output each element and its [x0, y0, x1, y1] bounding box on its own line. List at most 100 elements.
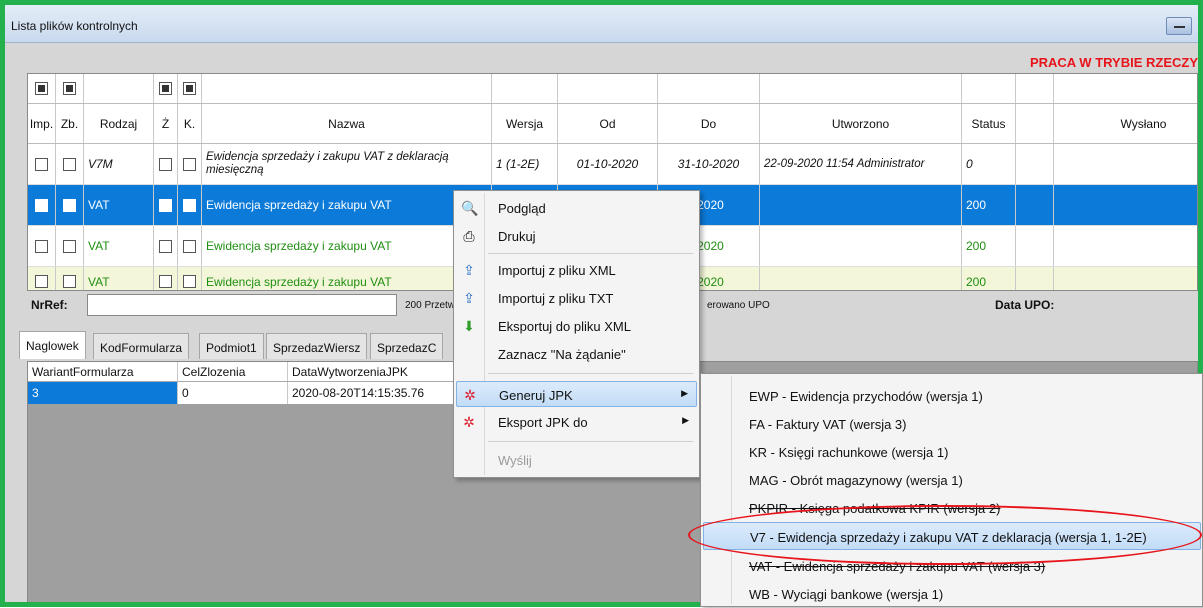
menu-item-podglad[interactable]: 🔍 Podgląd	[456, 195, 697, 221]
col-utworzono[interactable]: Utworzono	[760, 104, 962, 143]
filter-status[interactable]	[962, 74, 1016, 103]
col-wariantformularza[interactable]: WariantFormularza	[28, 362, 178, 381]
checkbox-icon[interactable]	[183, 198, 196, 212]
k-cell[interactable]	[178, 185, 202, 225]
submenu-item-wb[interactable]: WB - Wyciągi bankowe (wersja 1)	[703, 580, 1201, 608]
checkbox-icon[interactable]	[159, 198, 172, 212]
checkbox-icon[interactable]	[159, 157, 172, 171]
imp-cell[interactable]	[28, 267, 56, 290]
tab-sprzedazwiersz[interactable]: SprzedazWiersz	[266, 333, 368, 359]
filter-rodzaj[interactable]	[84, 74, 154, 103]
checkbox-icon[interactable]	[183, 157, 196, 171]
tab-sprzedazc[interactable]: SprzedazC	[370, 333, 444, 359]
imp-cell[interactable]	[28, 185, 56, 225]
cel-cell[interactable]: 0	[178, 382, 288, 404]
checkbox-icon[interactable]	[63, 157, 76, 171]
zb-cell[interactable]	[56, 185, 84, 225]
checkbox-icon[interactable]	[63, 275, 76, 288]
col-od[interactable]: Od	[558, 104, 658, 143]
filter-utworzono[interactable]	[760, 74, 962, 103]
col-celzlozenia[interactable]: CelZlozenia	[178, 362, 288, 381]
submenu-item-vat[interactable]: VAT - Ewidencja sprzedaży i zakupu VAT (…	[703, 552, 1201, 580]
detail-grid-row[interactable]: 3 0 2020-08-20T14:15:35.76	[28, 382, 488, 404]
checkbox-icon[interactable]	[159, 239, 172, 253]
col-imp[interactable]: Imp.	[28, 104, 56, 143]
checkbox-icon[interactable]	[183, 275, 196, 288]
filter-imp[interactable]	[28, 74, 56, 103]
imp-cell[interactable]	[28, 144, 56, 184]
zb-cell[interactable]	[56, 267, 84, 290]
submenu-item-pkpir[interactable]: PKPIR - Księga podatkowa KPIR (wersja 2)	[703, 494, 1201, 522]
tab-podmiot1[interactable]: Podmiot1	[199, 333, 264, 359]
checkbox-icon[interactable]	[35, 275, 48, 288]
tab-naglowek[interactable]: Naglowek	[19, 331, 86, 359]
submenu-item-kr[interactable]: KR - Księgi rachunkowe (wersja 1)	[703, 438, 1201, 466]
submenu-item-label: KR - Księgi rachunkowe (wersja 1)	[749, 445, 949, 460]
menu-item-drukuj[interactable]: ⎙ Drukuj	[456, 223, 697, 249]
submenu-item-fa[interactable]: FA - Faktury VAT (wersja 3)	[703, 410, 1201, 438]
submenu-item-v7[interactable]: V7 - Ewidencja sprzedaży i zakupu VAT z …	[703, 522, 1201, 550]
menu-item-generuj-jpk[interactable]: ✲ Generuj JPK ▶	[456, 381, 697, 407]
filter-nazwa[interactable]	[202, 74, 492, 103]
filter-checkbox-icon[interactable]	[63, 82, 76, 95]
filter-k[interactable]	[178, 74, 202, 103]
filter-checkbox-icon[interactable]	[159, 82, 172, 95]
filter-od[interactable]	[558, 74, 658, 103]
col-do[interactable]: Do	[658, 104, 760, 143]
utworzono-cell	[760, 267, 962, 290]
zb-cell[interactable]	[56, 226, 84, 266]
filter-zb[interactable]	[56, 74, 84, 103]
col-blank[interactable]	[1016, 104, 1054, 143]
menu-item-label: Importuj z pliku TXT	[498, 291, 614, 306]
minimize-button[interactable]	[1166, 17, 1192, 35]
filter-wyslano[interactable]	[1054, 74, 1197, 103]
utworzono-cell	[760, 185, 962, 225]
submenu-item-mag[interactable]: MAG - Obrót magazynowy (wersja 1)	[703, 466, 1201, 494]
col-z[interactable]: Ż	[154, 104, 178, 143]
menu-item-wyslij[interactable]: Wyślij	[456, 447, 697, 473]
z-cell[interactable]	[154, 185, 178, 225]
checkbox-icon[interactable]	[159, 275, 172, 288]
menu-item-na-zadanie[interactable]: Zaznacz "Na żądanie"	[456, 341, 697, 367]
col-wyslano[interactable]: Wysłano	[1054, 104, 1197, 143]
printer-icon: ⎙	[463, 228, 475, 244]
col-status[interactable]: Status	[962, 104, 1016, 143]
nrref-input[interactable]	[87, 294, 397, 316]
col-rodzaj[interactable]: Rodzaj	[84, 104, 154, 143]
k-cell[interactable]	[178, 226, 202, 266]
table-row[interactable]: V7M Ewidencja sprzedaży i zakupu VAT z d…	[28, 144, 1197, 185]
menu-item-eksport-jpk[interactable]: ✲ Eksport JPK do ▶	[456, 409, 697, 435]
menu-item-import-txt[interactable]: ⇪ Importuj z pliku TXT	[456, 285, 697, 311]
filter-do[interactable]	[658, 74, 760, 103]
menu-item-import-xml[interactable]: ⇪ Importuj z pliku XML	[456, 257, 697, 283]
z-cell[interactable]	[154, 144, 178, 184]
filter-z[interactable]	[154, 74, 178, 103]
col-k[interactable]: K.	[178, 104, 202, 143]
checkbox-icon[interactable]	[63, 239, 76, 253]
k-cell[interactable]	[178, 144, 202, 184]
filter-checkbox-icon[interactable]	[35, 82, 48, 95]
col-zb[interactable]: Zb.	[56, 104, 84, 143]
submenu-item-ewp[interactable]: EWP - Ewidencja przychodów (wersja 1)	[703, 382, 1201, 410]
col-nazwa[interactable]: Nazwa	[202, 104, 492, 143]
rodzaj-cell: VAT	[84, 267, 154, 290]
checkbox-icon[interactable]	[35, 157, 48, 171]
checkbox-icon[interactable]	[63, 198, 76, 212]
filter-checkbox-icon[interactable]	[183, 82, 196, 95]
filter-blank[interactable]	[1016, 74, 1054, 103]
tab-kodformularza[interactable]: KodFormularza	[93, 333, 190, 359]
checkbox-icon[interactable]	[183, 239, 196, 253]
col-wersja[interactable]: Wersja	[492, 104, 558, 143]
z-cell[interactable]	[154, 267, 178, 290]
imp-cell[interactable]	[28, 226, 56, 266]
checkbox-icon[interactable]	[35, 239, 48, 253]
submenu-item-label: VAT - Ewidencja sprzedaży i zakupu VAT (…	[749, 559, 1046, 574]
filter-wersja[interactable]	[492, 74, 558, 103]
rodzaj-cell: VAT	[84, 185, 154, 225]
z-cell[interactable]	[154, 226, 178, 266]
menu-item-export-xml[interactable]: ⬇ Eksportuj do pliku XML	[456, 313, 697, 339]
wariant-cell[interactable]: 3	[28, 382, 178, 404]
k-cell[interactable]	[178, 267, 202, 290]
zb-cell[interactable]	[56, 144, 84, 184]
checkbox-icon[interactable]	[35, 198, 48, 212]
